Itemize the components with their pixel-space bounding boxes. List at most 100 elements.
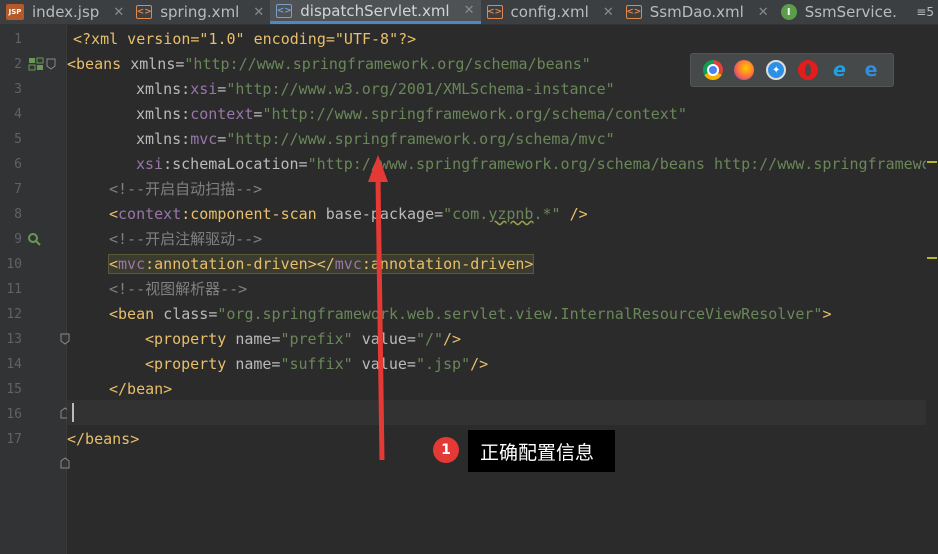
attr-value: "suffix"	[280, 355, 353, 373]
tag-close: </beans>	[67, 430, 140, 448]
attr-name: xmlns=	[130, 55, 185, 73]
comment: <!--开启注解驱动-->	[109, 230, 263, 248]
line-number: 14	[6, 357, 22, 372]
attr-value: "http://www.springframework.org/schema/m…	[226, 130, 615, 148]
attr-value: "http://www.springframework.org/schema/b…	[307, 155, 931, 173]
code-line-7: <!--开启自动扫描-->	[109, 177, 262, 202]
tab-label: index.jsp	[32, 3, 100, 21]
attr-value-typo: yzpnb	[488, 205, 534, 223]
attr-value: "http://www.w3.org/2001/XMLSchema-instan…	[226, 80, 615, 98]
close-icon[interactable]: ✕	[113, 5, 124, 20]
code-line-13: <property name="prefix" value="/"/>	[145, 330, 462, 348]
code-line-10: <mvc:annotation-driven></mvc:annotation-…	[107, 254, 535, 274]
step-badge: 1	[433, 437, 459, 463]
line-number: 13	[6, 332, 22, 347]
line-number: 10	[6, 257, 22, 272]
close-icon[interactable]: ✕	[464, 3, 475, 18]
line-number: 3	[14, 82, 22, 97]
code-line-1: <?xml version="1.0" encoding="UTF-8"?>	[73, 27, 416, 52]
attr-name: :schemaLocation=	[163, 155, 308, 173]
ie-icon[interactable]: e	[829, 59, 849, 81]
close-icon[interactable]: ✕	[253, 5, 264, 20]
tab-label: spring.xml	[160, 3, 240, 21]
fold-icon[interactable]	[46, 58, 56, 70]
line-number: 7	[14, 182, 22, 197]
line-number: 15	[6, 382, 22, 397]
tab-label: SsmDao.xml	[649, 3, 744, 21]
code-line-17: </beans>	[67, 427, 139, 452]
code-line-11: <!--视图解析器-->	[109, 277, 247, 302]
line-number: 9	[14, 232, 22, 247]
xml-file-icon: <>	[276, 3, 293, 18]
code-line-2: <beans xmlns="http://www.springframework…	[67, 52, 591, 77]
line-number: 17	[6, 432, 22, 447]
editor-gutter: 1 2 3 4 5 6 7 8 9 10 11 12 13 14 15 16 1…	[0, 25, 70, 554]
line-number: 4	[14, 107, 22, 122]
attr-value: "http://www.springframework.org/schema/c…	[262, 105, 687, 123]
open-in-browser-toolbar: ✦ e e	[690, 53, 894, 87]
namespace: context	[190, 105, 254, 123]
line-number: 2	[14, 57, 22, 72]
attr-value: .*"	[533, 205, 561, 223]
edge-icon[interactable]: e	[861, 59, 881, 81]
comment: <!--视图解析器-->	[109, 280, 248, 298]
code-editor[interactable]: <?xml version="1.0" encoding="UTF-8"?> <…	[67, 25, 938, 554]
line-number: 8	[14, 207, 22, 222]
tab-dispatchservlet-xml[interactable]: <> dispatchServlet.xml ✕	[270, 0, 481, 24]
xml-file-icon: <>	[486, 5, 503, 19]
search-icon[interactable]	[27, 232, 41, 246]
code-line-6: xsi:schemaLocation="http://www.springfra…	[136, 152, 931, 177]
tab-ssmservice[interactable]: I SsmService.	[775, 0, 903, 24]
code-line-9: <!--开启注解驱动-->	[109, 227, 262, 252]
line-number: 12	[6, 307, 22, 322]
tab-spring-xml[interactable]: <> spring.xml ✕	[130, 0, 270, 24]
attr-value: "org.springframework.web.servlet.view.In…	[217, 305, 823, 323]
chrome-icon[interactable]	[702, 60, 723, 80]
close-icon[interactable]: ✕	[758, 5, 769, 20]
opera-icon[interactable]	[797, 60, 818, 80]
namespace: mvc	[190, 130, 218, 148]
code-line-3: xmlns:xsi="http://www.w3.org/2001/XMLSch…	[136, 80, 615, 98]
code-line-4: xmlns:context="http://www.springframewor…	[136, 105, 687, 123]
comment: <!--开启自动扫描-->	[109, 180, 263, 198]
scroll-marker	[927, 257, 937, 259]
code-line-8: <context:component-scan base-package="co…	[109, 205, 588, 223]
tag-open: <beans	[67, 55, 131, 73]
tab-config-xml[interactable]: <> config.xml ✕	[481, 0, 620, 24]
editor-scrollbar[interactable]	[926, 25, 938, 554]
xml-file-icon: <>	[625, 5, 642, 19]
namespace: xsi	[190, 80, 218, 98]
tag-close: </bean>	[109, 380, 173, 398]
jsp-file-icon: JSP	[6, 4, 24, 20]
code-line-15: </bean>	[109, 377, 172, 402]
tab-ssmdao-xml[interactable]: <> SsmDao.xml ✕	[620, 0, 775, 24]
code-line-14: <property name="suffix" value=".jsp"/>	[145, 355, 489, 373]
editor-tab-bar: JSP index.jsp ✕ <> spring.xml ✕ <> dispa…	[0, 0, 938, 25]
tab-index-jsp[interactable]: JSP index.jsp ✕	[0, 0, 130, 24]
annotation-label: 正确配置信息	[468, 430, 615, 472]
tab-label: dispatchServlet.xml	[300, 1, 450, 20]
namespace: xsi	[136, 155, 164, 173]
tab-label: config.xml	[510, 3, 589, 21]
close-icon[interactable]: ✕	[603, 5, 614, 20]
class-icon: I	[780, 4, 797, 20]
tab-overflow-button[interactable]: ≡5	[912, 0, 938, 24]
line-number: 1	[14, 32, 22, 47]
attr-value: "http://www.springframework.org/schema/b…	[184, 55, 591, 73]
text-caret	[72, 403, 74, 422]
tab-label: SsmService.	[804, 3, 897, 21]
code-line-5: xmlns:mvc="http://www.springframework.or…	[136, 130, 615, 148]
safari-icon[interactable]: ✦	[766, 60, 787, 80]
line-number: 16	[6, 407, 22, 422]
line-number: 5	[14, 132, 22, 147]
attr-value: "prefix"	[280, 330, 353, 348]
xml-declaration: <?xml version="1.0" encoding="UTF-8"?>	[73, 30, 417, 48]
firefox-icon[interactable]	[734, 60, 755, 80]
tag-name: component-scan	[190, 205, 317, 223]
spring-bean-icon[interactable]	[28, 57, 44, 71]
attr-value: "com.	[443, 205, 489, 223]
code-line-12: <bean class="org.springframework.web.ser…	[109, 305, 832, 323]
line-number: 11	[6, 282, 22, 297]
attr-value: ".jsp"	[415, 355, 471, 373]
attr-name: base-package=	[325, 205, 444, 223]
